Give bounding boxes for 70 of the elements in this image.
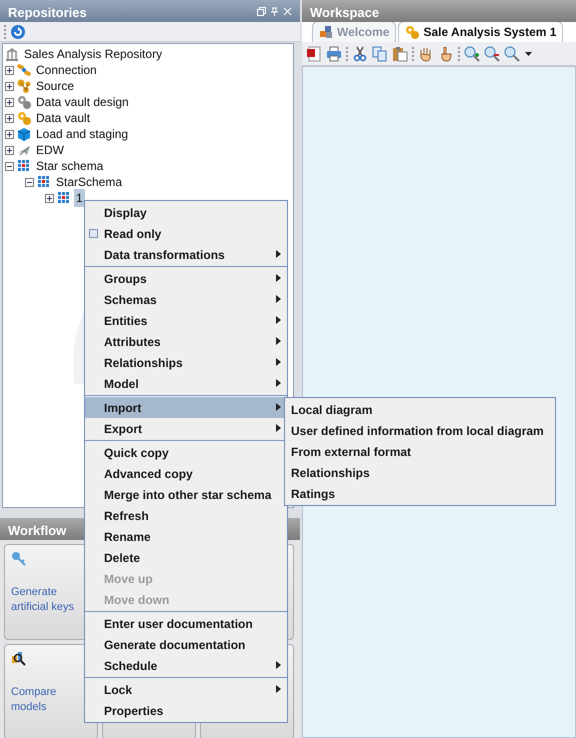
checkbox[interactable]	[89, 229, 98, 238]
menu-item[interactable]: User defined information from local diagram	[285, 420, 555, 441]
key-icon	[11, 551, 27, 567]
expand-icon[interactable]	[5, 146, 14, 154]
menu-item[interactable]: Local diagram	[285, 399, 555, 420]
expand-icon[interactable]	[5, 82, 14, 90]
pdf-icon[interactable]	[306, 46, 322, 62]
expand-icon[interactable]	[5, 66, 14, 74]
expand-icon[interactable]	[45, 194, 54, 202]
blocks-icon	[319, 25, 333, 39]
tree-item[interactable]: Data vault design	[34, 93, 131, 111]
tree-item[interactable]: Star schema	[34, 157, 106, 175]
menu-item[interactable]: Quick copy	[85, 442, 287, 463]
menu-item[interactable]: Model	[85, 373, 287, 394]
menu-item[interactable]: Relationships	[85, 352, 287, 373]
printer-icon[interactable]	[326, 46, 342, 62]
menu-item[interactable]: Groups	[85, 268, 287, 289]
restore-icon[interactable]	[257, 6, 266, 16]
magnifier-icon	[11, 651, 27, 667]
close-icon[interactable]	[283, 6, 292, 16]
grid-icon	[57, 191, 71, 205]
pin-icon[interactable]	[270, 6, 279, 16]
cube-icon	[17, 127, 31, 141]
nodes-icon	[17, 79, 31, 93]
clipboard-icon[interactable]	[392, 46, 408, 62]
expand-icon[interactable]	[5, 98, 14, 106]
menu-item[interactable]: Entities	[85, 310, 287, 331]
panel-title: Workflow	[8, 523, 66, 538]
tree-item[interactable]: EDW	[34, 141, 66, 159]
panel-title: Workspace	[310, 5, 380, 20]
expand-icon[interactable]	[5, 130, 14, 138]
menu-item[interactable]: Import	[85, 397, 287, 418]
gears-icon	[405, 25, 420, 39]
menu-item[interactable]: Relationships	[285, 462, 555, 483]
collapse-icon[interactable]	[25, 178, 34, 186]
menu-item[interactable]: Advanced copy	[85, 463, 287, 484]
menu-item[interactable]: Merge into other star schema	[85, 484, 287, 505]
expand-icon[interactable]	[5, 114, 14, 122]
gears-icon	[17, 111, 31, 125]
refresh-icon[interactable]	[10, 24, 26, 40]
tree-item[interactable]: Data vault	[34, 109, 92, 127]
tab[interactable]: Sale Analysis System 1	[398, 22, 564, 42]
gears-icon	[17, 95, 31, 109]
menu-item[interactable]: Display	[85, 202, 287, 223]
tree-item[interactable]: Connection	[34, 61, 99, 79]
menu-item[interactable]: Refresh	[85, 505, 287, 526]
copy-icon[interactable]	[372, 46, 388, 62]
plane-icon	[17, 143, 31, 157]
tree-item[interactable]: Load and staging	[34, 125, 130, 143]
plug-icon	[17, 63, 31, 77]
panel-title: Repositories	[8, 4, 87, 19]
menu-item[interactable]: Schemas	[85, 289, 287, 310]
tree-item[interactable]: StarSchema	[54, 173, 124, 191]
tree-item[interactable]: Source	[34, 77, 76, 95]
zoom-in-icon[interactable]	[464, 46, 480, 62]
bank-icon	[5, 47, 19, 61]
scissors-icon[interactable]	[352, 46, 368, 62]
tree-item[interactable]: 1	[74, 189, 85, 207]
menu-item[interactable]: From external format	[285, 441, 555, 462]
menu-item[interactable]: Read only	[85, 223, 287, 244]
menu-item[interactable]: Data transformations	[85, 244, 287, 265]
grid-icon	[37, 175, 51, 189]
grid-icon	[17, 159, 31, 173]
collapse-icon[interactable]	[5, 162, 14, 170]
menu-item[interactable]: Ratings	[285, 483, 555, 504]
tree-item[interactable]: Sales Analysis Repository	[22, 45, 164, 63]
zoom-out-icon[interactable]	[484, 46, 500, 62]
menu-item[interactable]: Rename	[85, 526, 287, 547]
menu-item[interactable]: Attributes	[85, 331, 287, 352]
zoom-icon[interactable]	[504, 46, 520, 62]
